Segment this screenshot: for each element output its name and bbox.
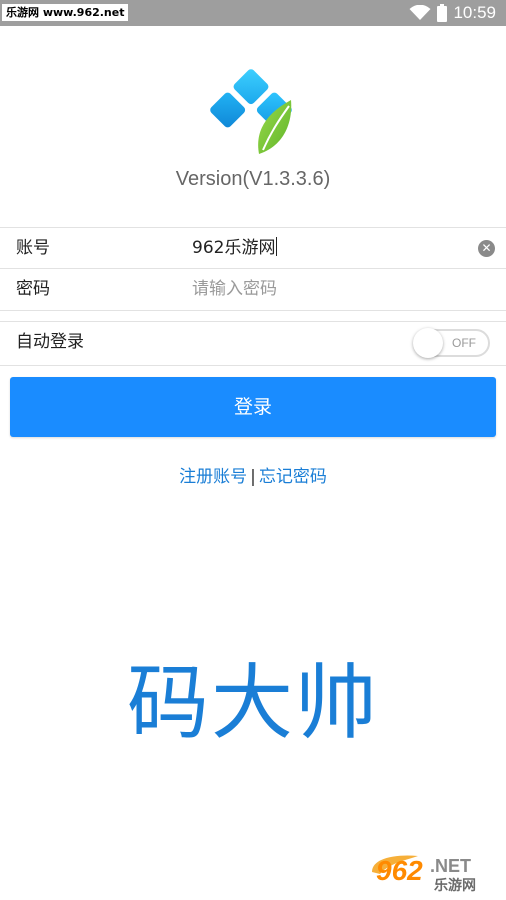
toggle-state: OFF <box>452 336 476 350</box>
account-input[interactable]: 962乐游网 <box>192 228 278 269</box>
forgot-password-link[interactable]: 忘记密码 <box>259 467 327 487</box>
account-label: 账号 <box>16 238 50 258</box>
link-separator: | <box>250 467 256 487</box>
brand-title: 码大帅 <box>126 656 379 751</box>
account-row: 账号 962乐游网 ✕ <box>0 227 506 269</box>
divider <box>0 310 506 311</box>
app-logo-icon <box>210 69 292 154</box>
watermark-label: 乐游网 www.962.net <box>2 4 129 21</box>
password-label: 密码 <box>16 279 50 299</box>
status-bar: 乐游网 www.962.net 10:59 <box>0 0 506 26</box>
watermark-cn: 乐游网 <box>434 877 476 892</box>
auto-login-toggle[interactable]: OFF <box>413 328 490 358</box>
login-button[interactable]: 登录 <box>10 377 496 437</box>
password-row: 密码 请输入密码 <box>0 268 506 310</box>
register-link[interactable]: 注册账号 <box>179 467 247 487</box>
clock: 10:59 <box>453 3 496 22</box>
clear-icon[interactable]: ✕ <box>478 240 495 257</box>
watermark-logo-icon: 962 .NET 乐游网 <box>372 855 476 892</box>
account-value: 962乐游网 <box>192 238 276 258</box>
password-input[interactable]: 请输入密码 <box>192 269 277 310</box>
auto-login-label: 自动登录 <box>16 332 84 352</box>
text-caret <box>276 237 278 256</box>
wifi-icon <box>409 5 431 20</box>
auto-login-row: 自动登录 OFF <box>0 321 506 365</box>
divider <box>0 365 506 366</box>
auth-links: 注册账号 | 忘记密码 <box>0 462 506 487</box>
watermark-net: .NET <box>430 856 471 876</box>
battery-icon <box>437 4 448 22</box>
toggle-knob <box>413 328 443 358</box>
status-right: 10:59 <box>409 0 496 26</box>
version-text: Version(V1.3.3.6) <box>175 168 331 190</box>
watermark-962: 962 <box>376 855 423 886</box>
